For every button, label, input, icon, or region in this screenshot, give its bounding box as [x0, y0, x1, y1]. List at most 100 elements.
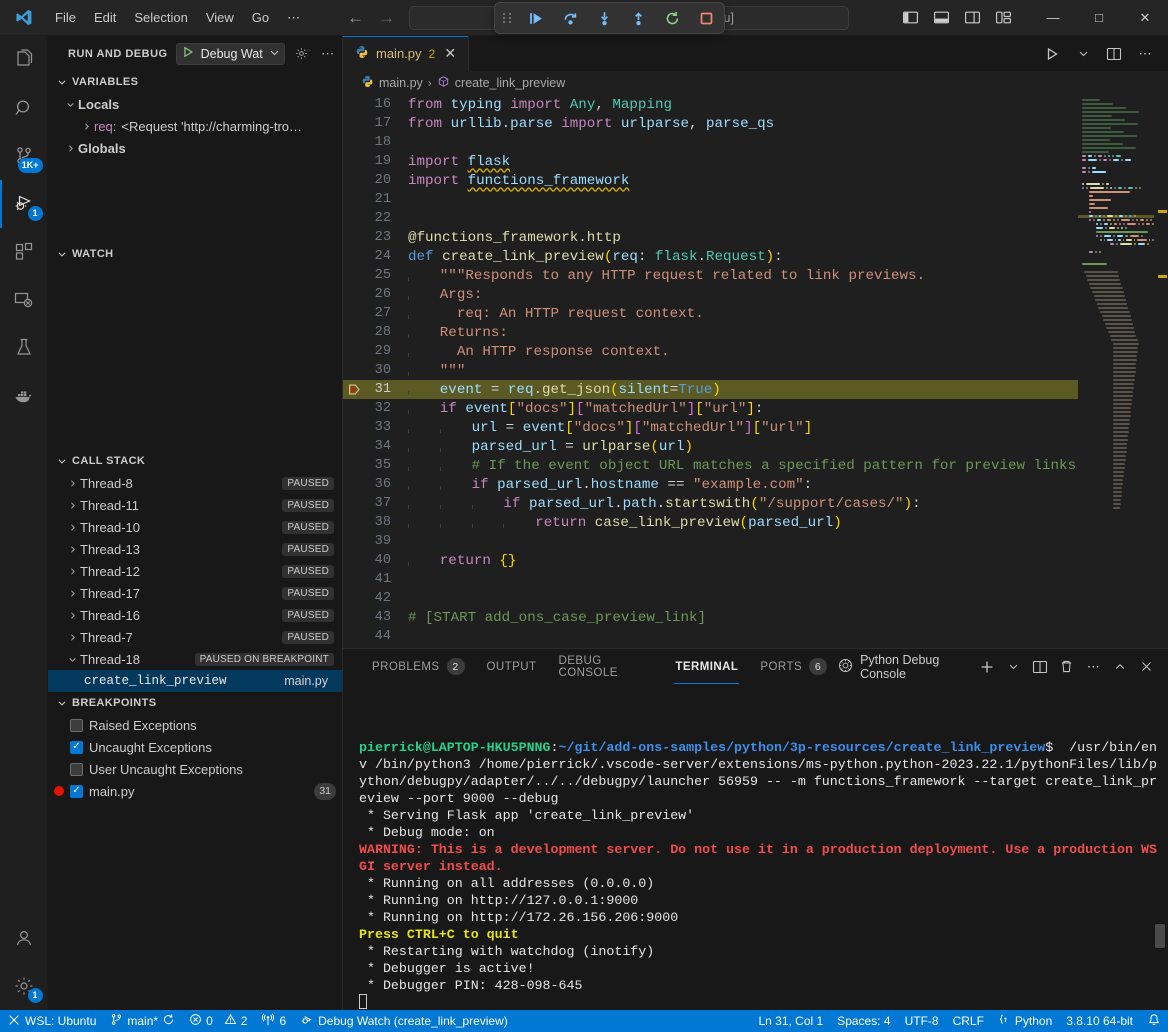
arrow-left-icon[interactable]: ← [347, 8, 364, 28]
code-line[interactable]: 37if parsed_url.path.startswith("/suppor… [343, 494, 1078, 513]
debug-configuration-select[interactable]: Debug Wat [176, 43, 285, 65]
terminal-dropdown-button[interactable] [1006, 658, 1021, 676]
activitybar-item-settings[interactable]: 1 [0, 962, 48, 1010]
terminal-scrollbar-thumb[interactable] [1155, 924, 1165, 948]
code-line[interactable]: 27 req: An HTTP request context. [343, 304, 1078, 323]
menu-edit[interactable]: Edit [85, 7, 125, 28]
status-encoding[interactable]: UTF-8 [898, 1010, 946, 1032]
status-debug-session[interactable]: Debug Watch (create_link_preview) [293, 1010, 515, 1032]
code-line[interactable]: 16from typing import Any, Mapping [343, 95, 1078, 114]
activitybar-item-extensions[interactable] [0, 228, 48, 276]
continue-button[interactable] [526, 8, 546, 28]
panel-tab-ports[interactable]: PORTS 6 [749, 649, 838, 684]
panel-tab-output[interactable]: OUTPUT [476, 649, 548, 684]
checkbox[interactable] [70, 741, 83, 754]
editor-more-actions-button[interactable]: ⋯ [1136, 45, 1154, 63]
minimap[interactable] [1078, 95, 1154, 648]
panel-tab-problems[interactable]: PROBLEMS 2 [361, 649, 476, 684]
chevron-down-icon[interactable] [269, 46, 280, 61]
code-line[interactable]: 40return {} [343, 551, 1078, 570]
variable-row-req[interactable]: req: <Request 'http://charming-tro… [48, 115, 342, 137]
maximize-panel-button[interactable] [1112, 658, 1127, 676]
breakpoint-uncaught-exceptions[interactable]: Uncaught Exceptions [48, 736, 342, 758]
code-line[interactable]: 43# [START add_ons_case_preview_link] [343, 608, 1078, 627]
status-ports[interactable]: 6 [254, 1010, 293, 1032]
variables-group-locals[interactable]: Locals [48, 93, 342, 115]
code-line[interactable]: 32if event["docs"]["matchedUrl"]["url"]: [343, 399, 1078, 418]
status-problems[interactable]: 0 2 [182, 1010, 254, 1032]
run-dropdown-button[interactable] [1074, 45, 1092, 63]
code-line[interactable]: 33url = event["docs"]["matchedUrl"]["url… [343, 418, 1078, 437]
code-line[interactable]: 23@functions_framework.http [343, 228, 1078, 247]
breakpoints-section-header[interactable]: BREAKPOINTS [48, 692, 342, 714]
step-into-button[interactable] [594, 8, 614, 28]
menu-view[interactable]: View [197, 7, 243, 28]
code-line[interactable]: 28Returns: [343, 323, 1078, 342]
code-line[interactable]: 34parsed_url = urlparse(url) [343, 437, 1078, 456]
code-line[interactable]: 35# If the event object URL matches a sp… [343, 456, 1078, 475]
status-language-mode[interactable]: Python [991, 1010, 1059, 1032]
activitybar-item-source-control[interactable]: 1K+ [0, 132, 48, 180]
code-line[interactable]: 19import flask [343, 152, 1078, 171]
thread-row[interactable]: Thread-12 PAUSED [48, 560, 342, 582]
status-indentation[interactable]: Spaces: 4 [830, 1010, 897, 1032]
play-icon[interactable] [181, 45, 195, 62]
close-icon[interactable]: ✕ [442, 45, 458, 62]
variables-group-globals[interactable]: Globals [48, 137, 342, 159]
code-line[interactable]: 22 [343, 209, 1078, 228]
status-notifications[interactable] [1140, 1010, 1168, 1032]
panel-tab-debug-console[interactable]: DEBUG CONSOLE [548, 649, 665, 684]
code-line[interactable]: 20import functions_framework [343, 171, 1078, 190]
checkbox[interactable] [70, 719, 83, 732]
arrow-right-icon[interactable]: → [378, 8, 395, 28]
code-line[interactable]: 39 [343, 532, 1078, 551]
watch-list[interactable] [48, 265, 342, 450]
ellipsis-icon[interactable]: ⋯ [319, 45, 337, 63]
menu-selection[interactable]: Selection [125, 7, 196, 28]
panel-more-actions-button[interactable]: ⋯ [1086, 658, 1101, 676]
layout-sidebar-left-icon[interactable] [902, 9, 919, 26]
gear-icon[interactable] [293, 45, 311, 63]
thread-row[interactable]: Thread-10 PAUSED [48, 516, 342, 538]
layout-customize-icon[interactable] [995, 9, 1012, 26]
menu-file[interactable]: File [46, 7, 85, 28]
sync-icon[interactable] [162, 1013, 175, 1029]
step-out-button[interactable] [628, 8, 648, 28]
code-line[interactable]: 25"""Responds to any HTTP request relate… [343, 266, 1078, 285]
panel-tab-terminal[interactable]: TERMINAL [664, 649, 749, 684]
callstack-frame-row[interactable]: create_link_preview main.py [48, 670, 342, 692]
breadcrumb-symbol[interactable]: create_link_preview [437, 75, 565, 91]
close-panel-button[interactable] [1139, 658, 1154, 676]
code-line[interactable]: 36if parsed_url.hostname == "example.com… [343, 475, 1078, 494]
activitybar-item-run-and-debug[interactable]: 1 [0, 180, 48, 228]
terminal-output[interactable]: pierrick@LAPTOP-HKU5PNNG:~/git/add-ons-s… [343, 684, 1168, 1010]
breakpoint-user-uncaught-exceptions[interactable]: User Uncaught Exceptions [48, 758, 342, 780]
active-terminal-label[interactable]: Python Debug Console [838, 653, 968, 681]
code-line[interactable]: 24def create_link_preview(req: flask.Req… [343, 247, 1078, 266]
code-line[interactable]: 29 An HTTP response context. [343, 342, 1078, 361]
thread-row[interactable]: Thread-7 PAUSED [48, 626, 342, 648]
menu-more[interactable]: ⋯ [278, 7, 309, 29]
split-terminal-button[interactable] [1032, 658, 1048, 676]
thread-row[interactable]: Thread-11 PAUSED [48, 494, 342, 516]
code-lines[interactable]: 16from typing import Any, Mapping17from … [343, 95, 1078, 648]
layout-panel-icon[interactable] [933, 9, 950, 26]
thread-row[interactable]: Thread-17 PAUSED [48, 582, 342, 604]
breakpoint-raised-exceptions[interactable]: Raised Exceptions [48, 714, 342, 736]
breakpoint-current-marker-icon[interactable] [343, 383, 365, 396]
thread-row[interactable]: Thread-8 PAUSED [48, 472, 342, 494]
variables-section-header[interactable]: VARIABLES [48, 71, 342, 93]
watch-section-header[interactable]: WATCH [48, 243, 342, 265]
activitybar-item-search[interactable] [0, 84, 48, 132]
status-remote-indicator[interactable]: WSL: Ubuntu [0, 1010, 103, 1032]
code-line[interactable]: 30""" [343, 361, 1078, 380]
window-close-button[interactable]: ✕ [1122, 0, 1168, 36]
status-eol[interactable]: CRLF [946, 1010, 991, 1032]
code-line[interactable]: 41 [343, 570, 1078, 589]
activitybar-item-accounts[interactable] [0, 914, 48, 962]
thread-row-active[interactable]: Thread-18 PAUSED ON BREAKPOINT [48, 648, 342, 670]
thread-row[interactable]: Thread-13 PAUSED [48, 538, 342, 560]
thread-row[interactable]: Thread-16 PAUSED [48, 604, 342, 626]
status-python-interpreter[interactable]: 3.8.10 64-bit [1059, 1010, 1140, 1032]
activitybar-item-testing[interactable] [0, 324, 48, 372]
